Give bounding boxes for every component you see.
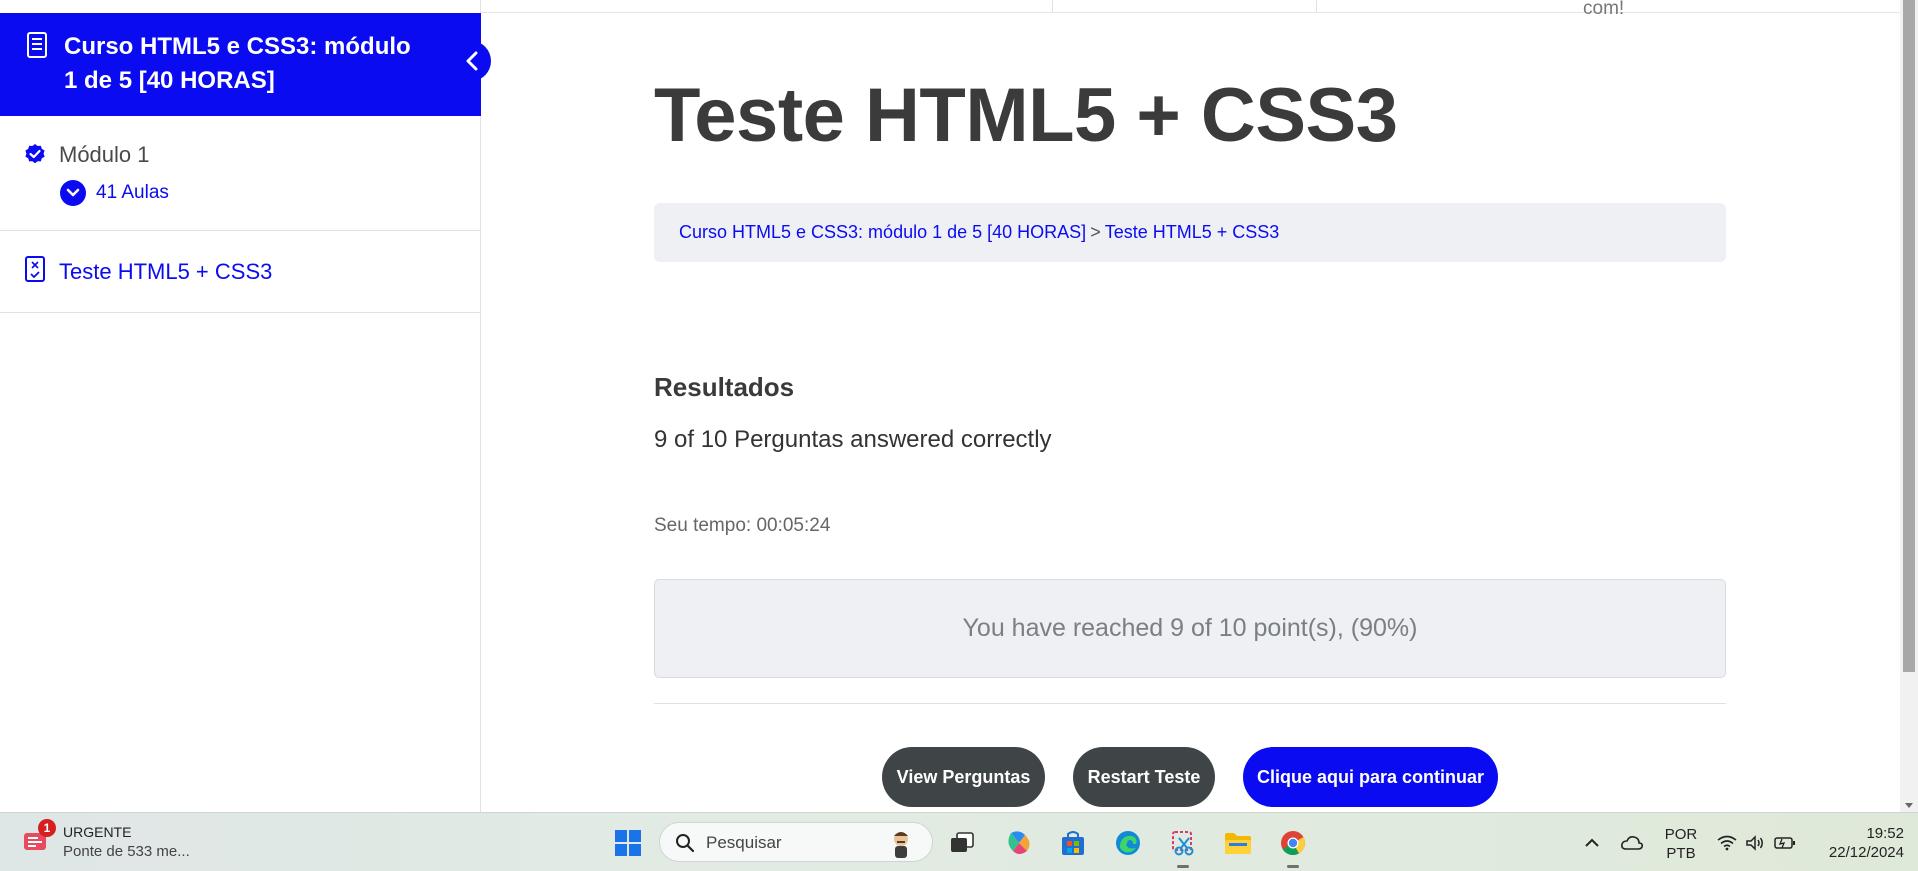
lessons-count-label: 41 Aulas	[96, 182, 169, 203]
scrollbar-thumb[interactable]	[1903, 0, 1915, 672]
input-language-indicator[interactable]: POR PTB	[1664, 825, 1698, 863]
snipping-tool-icon[interactable]	[1167, 827, 1199, 859]
notification-badge: 1	[38, 819, 56, 837]
lessons-toggle[interactable]: 41 Aulas	[60, 180, 169, 206]
edge-browser-icon[interactable]	[1112, 827, 1144, 859]
sidebar-course-header[interactable]: Curso HTML5 e CSS3: módulo 1 de 5 [40 HO…	[0, 13, 481, 116]
active-app-indicator	[1177, 865, 1189, 868]
clock-time: 19:52	[1866, 825, 1904, 842]
breadcrumb-current-link[interactable]: Teste HTML5 + CSS3	[1105, 222, 1280, 242]
task-view-icon[interactable]	[946, 827, 978, 859]
battery-icon[interactable]	[1772, 827, 1798, 859]
top-partial-text: com!	[1583, 0, 1625, 19]
divider	[1316, 0, 1317, 13]
course-sidebar: Curso HTML5 e CSS3: módulo 1 de 5 [40 HO…	[0, 0, 491, 812]
file-explorer-icon[interactable]	[1222, 827, 1254, 859]
chrome-browser-icon[interactable]	[1277, 827, 1309, 859]
module-label: Módulo 1	[59, 142, 150, 167]
sidebar-item-quiz-label: Teste HTML5 + CSS3	[59, 259, 273, 284]
news-widget-icon[interactable]: 1	[22, 819, 56, 855]
results-heading: Resultados	[654, 372, 795, 402]
breadcrumb-course-link[interactable]: Curso HTML5 e CSS3: módulo 1 de 5 [40 HO…	[679, 222, 1086, 242]
chevron-down-icon	[60, 180, 86, 206]
system-clock[interactable]: 19:52 22/12/2024	[1812, 824, 1904, 862]
search-highlight-icon	[894, 832, 908, 858]
wifi-icon[interactable]	[1714, 827, 1740, 859]
clock-date: 22/12/2024	[1828, 844, 1904, 861]
microsoft-store-icon[interactable]	[1057, 827, 1089, 859]
quiz-icon	[25, 256, 45, 282]
breadcrumb: Curso HTML5 e CSS3: módulo 1 de 5 [40 HO…	[654, 203, 1726, 262]
restart-quiz-button[interactable]: Restart Teste	[1073, 747, 1215, 807]
windows-taskbar: 1 URGENTE Ponte de 533 me... Pesquisar P…	[0, 812, 1918, 871]
language-code: POR	[1664, 826, 1698, 843]
score-summary-text: You have reached 9 of 10 point(s), (90%)	[962, 614, 1418, 642]
sidebar-collapse-button[interactable]	[452, 41, 491, 81]
taskbar-search-box[interactable]: Pesquisar	[659, 822, 933, 862]
breadcrumb-separator: >	[1090, 222, 1101, 242]
score-summary-box: You have reached 9 of 10 point(s), (90%)	[654, 579, 1726, 678]
scroll-down-arrow-icon[interactable]	[1905, 803, 1913, 808]
chevron-up-icon[interactable]	[1578, 827, 1606, 859]
onedrive-cloud-icon[interactable]	[1617, 827, 1647, 859]
search-icon	[676, 834, 695, 853]
news-title: URGENTE	[63, 824, 132, 840]
copilot-icon[interactable]	[1003, 827, 1035, 859]
keyboard-layout: PTB	[1666, 845, 1696, 862]
top-navigation-strip: com!	[481, 0, 1900, 19]
news-subtitle: Ponte de 533 me...	[63, 843, 190, 860]
continue-button[interactable]: Clique aqui para continuar	[1243, 747, 1498, 807]
elapsed-time-text: Seu tempo: 00:05:24	[654, 515, 831, 536]
active-app-indicator	[1287, 865, 1299, 868]
divider	[1052, 0, 1053, 13]
document-icon	[27, 32, 47, 58]
chevron-left-icon	[466, 51, 477, 71]
page-title: Teste HTML5 + CSS3	[654, 73, 1398, 158]
sidebar-item-quiz[interactable]: Teste HTML5 + CSS3	[0, 231, 481, 313]
view-questions-button[interactable]: View Perguntas	[882, 747, 1045, 807]
page-scrollbar[interactable]	[1900, 0, 1918, 812]
answered-correctly-text: 9 of 10 Perguntas answered correctly	[654, 426, 1052, 453]
windows-start-icon[interactable]	[612, 827, 644, 859]
sidebar-module-1: Módulo 1 41 Aulas	[0, 116, 481, 231]
sidebar-course-title: Curso HTML5 e CSS3: módulo 1 de 5 [40 HO…	[64, 33, 411, 94]
search-placeholder: Pesquisar	[706, 833, 782, 852]
content-divider	[654, 703, 1726, 704]
badge-check-icon	[25, 144, 45, 164]
news-widget-text[interactable]: URGENTE Ponte de 533 me...	[63, 823, 190, 861]
volume-icon[interactable]	[1742, 827, 1768, 859]
